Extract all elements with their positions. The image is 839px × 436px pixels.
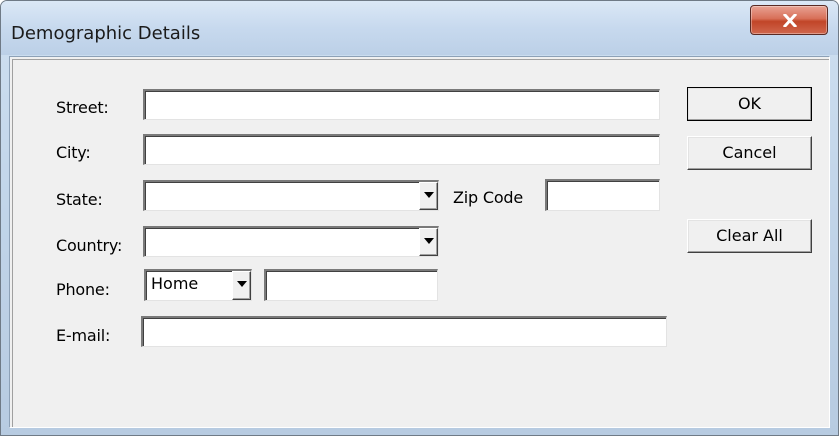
city-label: City: (56, 143, 91, 162)
close-button[interactable] (750, 5, 828, 35)
window-title: Demographic Details (11, 23, 201, 44)
state-label: State: (56, 190, 103, 209)
zip-code-input[interactable] (545, 179, 660, 211)
country-select[interactable] (143, 226, 439, 257)
country-dropdown-button[interactable] (419, 228, 438, 256)
chevron-down-icon (424, 238, 434, 244)
dialog-panel: Street: City: State: Zip Code Country: P… (12, 59, 829, 427)
close-icon (783, 14, 797, 27)
title-bar[interactable]: Demographic Details (1, 1, 838, 55)
email-input[interactable] (141, 316, 667, 347)
cancel-button[interactable]: Cancel (687, 136, 812, 170)
city-input[interactable] (143, 134, 660, 165)
state-select[interactable] (143, 180, 439, 211)
zip-code-label: Zip Code (453, 188, 524, 207)
phone-number-input[interactable] (264, 269, 438, 301)
dialog-window: Demographic Details Street: City: State: (0, 0, 839, 436)
street-input[interactable] (143, 89, 660, 120)
ok-button[interactable]: OK (687, 87, 812, 121)
clear-all-button[interactable]: Clear All (687, 219, 812, 253)
phone-type-select[interactable]: Home (144, 269, 252, 301)
street-label: Street: (56, 98, 109, 117)
email-label: E-mail: (56, 326, 111, 345)
cancel-button-label: Cancel (722, 143, 777, 162)
phone-label: Phone: (56, 280, 110, 299)
state-dropdown-button[interactable] (419, 182, 438, 210)
chevron-down-icon (237, 281, 247, 287)
phone-type-dropdown-button[interactable] (232, 271, 251, 300)
country-label: Country: (56, 236, 123, 255)
chevron-down-icon (424, 192, 434, 198)
dialog-client-area: Street: City: State: Zip Code Country: P… (9, 56, 830, 428)
phone-type-value: Home (151, 274, 199, 293)
ok-button-label: OK (737, 94, 762, 113)
clear-all-button-label: Clear All (716, 226, 783, 245)
